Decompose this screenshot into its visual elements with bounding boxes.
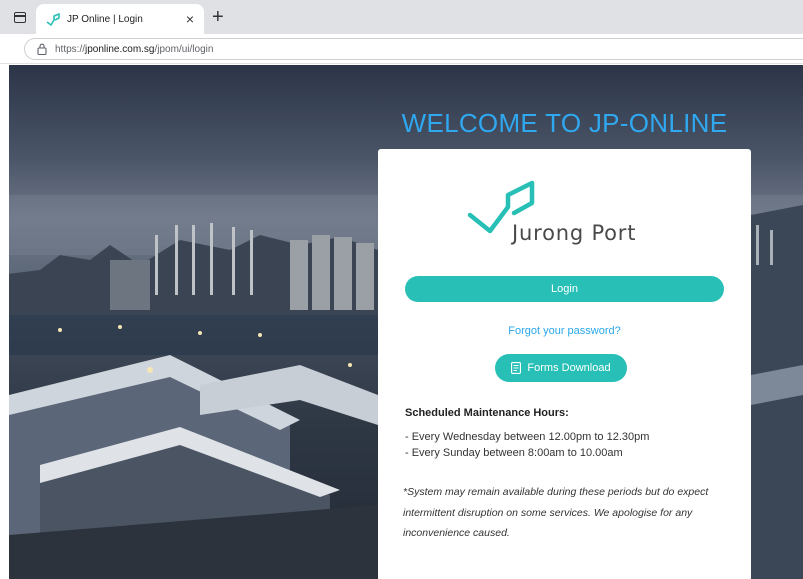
document-icon: [511, 362, 522, 374]
lock-icon[interactable]: [37, 43, 47, 55]
page-edge: [0, 65, 9, 579]
maintenance-title: Scheduled Maintenance Hours:: [405, 407, 569, 419]
login-page: WELCOME TO JP-ONLINE Jurong Port Login F…: [0, 65, 803, 579]
tab-actions-icon[interactable]: [14, 12, 26, 23]
forgot-password-link[interactable]: Forgot your password?: [378, 325, 751, 337]
tab-title: JP Online | Login: [67, 13, 143, 25]
maintenance-line: - Every Wednesday between 12.00pm to 12.…: [405, 431, 650, 443]
browser-tabstrip: JP Online | Login × +: [0, 0, 803, 34]
forms-download-label: Forms Download: [527, 362, 611, 374]
login-panel: Jurong Port Login Forgot your password? …: [378, 149, 751, 579]
browser-tab[interactable]: JP Online | Login ×: [36, 4, 204, 34]
logo-text: Jurong Port: [512, 221, 637, 245]
jp-logo-icon: [46, 13, 60, 26]
forms-download-button[interactable]: Forms Download: [495, 354, 627, 382]
maintenance-line: - Every Sunday between 8:00am to 10.00am: [405, 447, 623, 459]
url-domain: jponline.com.sg: [85, 43, 155, 55]
url-path: /jpom/ui/login: [154, 43, 214, 55]
welcome-heading: WELCOME TO JP-ONLINE: [401, 108, 728, 138]
address-bar: https://jponline.com.sg/jpom/ui/login: [0, 34, 803, 64]
maintenance-note: *System may remain available during thes…: [403, 486, 709, 539]
url-prefix: https://: [55, 43, 86, 55]
new-tab-button[interactable]: +: [212, 7, 224, 27]
login-button[interactable]: Login: [405, 276, 724, 302]
url-field[interactable]: https://jponline.com.sg/jpom/ui/login: [24, 38, 803, 60]
tab-close-icon[interactable]: ×: [186, 12, 194, 26]
